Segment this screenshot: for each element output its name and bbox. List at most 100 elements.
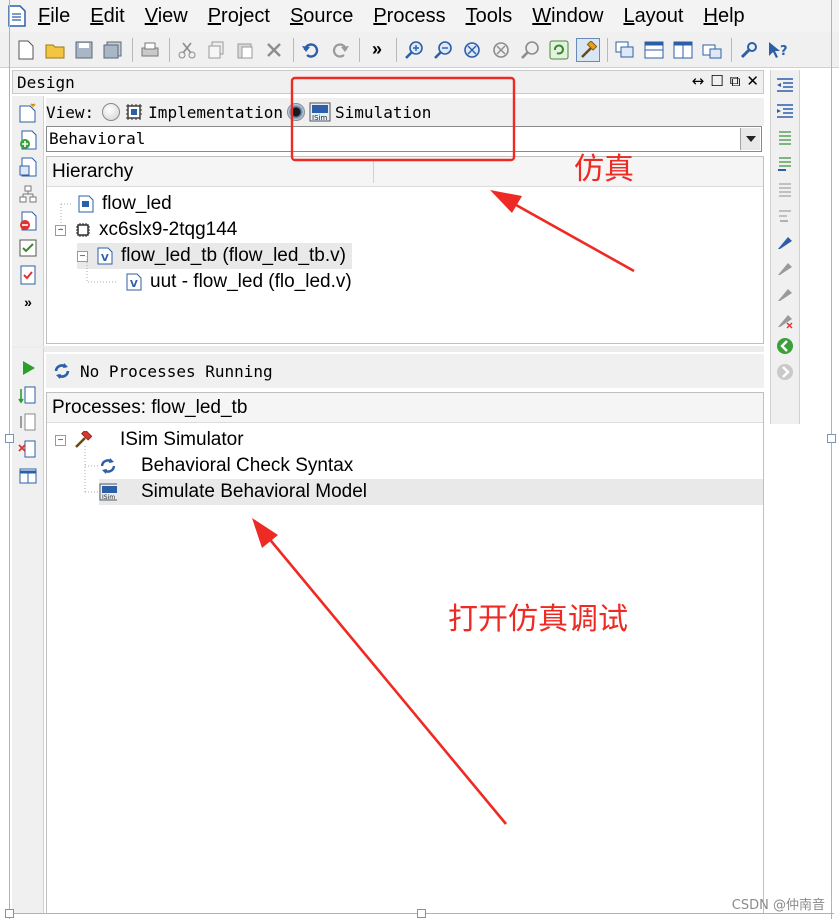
close-icon[interactable]: ✕ [746, 72, 759, 90]
stop-icon[interactable] [18, 439, 38, 459]
save-icon[interactable] [72, 38, 96, 62]
tile-vertical-icon[interactable] [671, 38, 695, 62]
design-panel-header: Design ↔ ☐ ⧉ ✕ [12, 70, 764, 94]
wrap-icon[interactable] [775, 206, 795, 226]
hierarchy-icon[interactable] [18, 184, 38, 204]
tile-horizontal-icon[interactable] [642, 38, 666, 62]
back-arrow-icon[interactable] [775, 336, 795, 356]
undo-icon[interactable] [299, 38, 323, 62]
checklist-icon[interactable] [18, 265, 38, 285]
panel-splitter[interactable] [12, 346, 764, 352]
bookmark-next-icon[interactable] [775, 258, 795, 278]
cut-icon[interactable] [175, 38, 199, 62]
help-pointer-icon[interactable]: ? [766, 38, 790, 62]
add-copy-source-icon[interactable] [18, 157, 38, 177]
indent-right-icon[interactable] [775, 102, 795, 122]
resize-handle[interactable] [417, 909, 426, 918]
tree-item-label: uut - flow_led (flo_led.v) [150, 271, 352, 292]
float-icon[interactable]: ↔ [692, 72, 705, 90]
run-icon[interactable] [18, 358, 38, 378]
add-source-icon[interactable] [18, 130, 38, 150]
delete-icon[interactable] [262, 38, 286, 62]
rerun-icon[interactable] [18, 385, 38, 405]
cascade-windows-icon[interactable] [613, 38, 637, 62]
uncomment-icon[interactable] [775, 154, 795, 174]
menu-source[interactable]: Source [290, 0, 353, 32]
maximize-icon[interactable]: ☐ [710, 72, 723, 90]
bookmark-clear-icon[interactable] [775, 310, 795, 330]
hammer-tool-icon[interactable] [576, 37, 600, 62]
svg-text:?: ? [780, 44, 788, 59]
annotation-label-simulation: 仿真 [574, 152, 634, 187]
view-label: View: [46, 102, 95, 122]
view-mode-value: Behavioral [49, 129, 146, 148]
menu-window[interactable]: Window [532, 0, 603, 32]
view-mode-select[interactable]: Behavioral [46, 126, 762, 152]
simulation-radio[interactable] [287, 103, 306, 121]
design-side-toolbar: » [12, 96, 44, 346]
zoom-out-icon[interactable] [431, 38, 455, 62]
bookmark-icon[interactable] [775, 232, 795, 252]
panel-layout-icon[interactable] [18, 466, 38, 486]
expand-more-icon[interactable]: » [18, 292, 38, 312]
panel-controls: ↔ ☐ ⧉ ✕ [692, 72, 759, 90]
menu-process[interactable]: Process [373, 0, 445, 32]
resize-handle[interactable] [827, 434, 836, 443]
processes-tree: Processes: flow_led_tb − ISim Simulator … [46, 392, 764, 914]
process-check-syntax[interactable]: Behavioral Check Syntax [99, 453, 353, 479]
remove-source-icon[interactable] [18, 211, 38, 231]
image-frame-right [831, 0, 832, 919]
refresh-icon[interactable] [547, 38, 571, 62]
hierarchy-tree: Hierarchy flow_led − xc6slx9-2tqg144 − V… [46, 156, 764, 344]
forward-arrow-icon[interactable] [775, 362, 795, 382]
menu-project[interactable]: Project [208, 0, 270, 32]
menu-tools[interactable]: Tools [466, 0, 513, 32]
chevron-down-icon[interactable] [740, 128, 760, 150]
wrench-icon[interactable] [737, 38, 761, 62]
menu-file[interactable]: File [38, 0, 70, 32]
toolbar-separator [731, 37, 732, 62]
menu-view[interactable]: View [145, 0, 188, 32]
rerun-all-icon[interactable] [18, 412, 38, 432]
open-folder-icon[interactable] [43, 38, 67, 62]
toolbar-separator [293, 37, 294, 62]
copy-icon[interactable] [204, 38, 228, 62]
properties-icon[interactable] [18, 238, 38, 258]
toolbar: » ? [0, 32, 839, 68]
menu-edit[interactable]: Edit [90, 0, 124, 32]
process-simulate-behavioral-model[interactable]: ISim Simulate Behavioral Model [99, 479, 763, 505]
new-source-icon[interactable] [18, 103, 38, 123]
tree-connector-lines [84, 446, 99, 493]
bookmark-prev-icon[interactable] [775, 284, 795, 304]
toolbar-separator [359, 37, 360, 62]
toolbar-overflow[interactable]: » [365, 38, 389, 62]
restore-windows-icon[interactable] [700, 38, 724, 62]
new-file-icon[interactable] [14, 38, 38, 62]
indent-left-icon[interactable] [775, 76, 795, 96]
view-selector: View: Implementation ISim Simulation [46, 98, 764, 126]
process-label: ISim Simulator [120, 429, 244, 450]
image-frame-left [9, 0, 10, 919]
save-all-icon[interactable] [101, 38, 125, 62]
lines-icon[interactable] [775, 180, 795, 200]
zoom-full-icon[interactable] [489, 38, 513, 62]
resize-handle[interactable] [5, 909, 14, 918]
comment-icon[interactable] [775, 128, 795, 148]
process-side-toolbar [12, 348, 44, 914]
paste-icon[interactable] [233, 38, 257, 62]
processes-header: Processes: flow_led_tb [47, 393, 763, 423]
watermark: CSDN @仲南音 [731, 898, 825, 913]
implementation-radio[interactable] [102, 103, 121, 121]
column-divider[interactable] [373, 161, 374, 183]
resize-handle[interactable] [5, 434, 14, 443]
menu-layout[interactable]: Layout [623, 0, 683, 32]
print-icon[interactable] [138, 38, 162, 62]
simulation-label[interactable]: Simulation [335, 103, 431, 122]
restore-icon[interactable]: ⧉ [730, 72, 741, 90]
zoom-fit-icon[interactable] [460, 38, 484, 62]
implementation-label[interactable]: Implementation [148, 103, 283, 122]
zoom-in-icon[interactable] [402, 38, 426, 62]
redo-icon[interactable] [328, 38, 352, 62]
menu-help[interactable]: Help [704, 0, 745, 32]
zoom-select-icon[interactable] [518, 38, 542, 62]
